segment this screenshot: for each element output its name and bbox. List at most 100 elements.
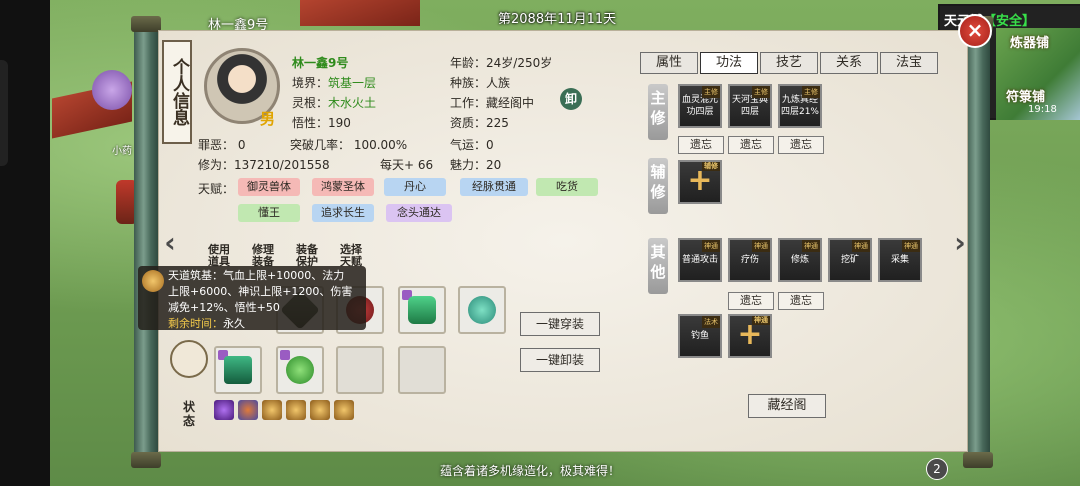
skill-name: 修炼	[790, 255, 809, 265]
special-ability-icon[interactable]	[170, 340, 208, 378]
equip-action-tab[interactable]: 使用道具	[204, 244, 234, 268]
forget-button[interactable]: 遗忘	[728, 136, 774, 154]
stat-value: 筑基一层	[328, 76, 377, 90]
forget-button[interactable]: 遗忘	[728, 292, 774, 310]
scroll-pole-left	[131, 16, 161, 468]
breakthrough-chance: 突破几率： 100.00%	[290, 138, 408, 152]
stat-label: 年龄：	[450, 56, 487, 70]
main-skill-slot[interactable]: 九炼真经四层21% 主修	[778, 84, 822, 128]
other-skill-slot[interactable]: 采集 神通	[878, 238, 922, 282]
equip-slot-boots[interactable]	[398, 286, 446, 334]
pole-cap	[963, 452, 993, 468]
stat-row: 资质：225	[450, 114, 509, 131]
status-coin-icon[interactable]	[286, 400, 306, 420]
equip-slot-orb[interactable]	[276, 346, 324, 394]
stat-row: 灵根：木水火土	[292, 94, 376, 111]
stat-label: 工作：	[450, 96, 487, 110]
scripture-pavilion-button[interactable]: 藏经阁	[748, 394, 826, 418]
status-crystal-icon[interactable]	[238, 400, 258, 420]
talent-tag[interactable]: 吃货	[536, 178, 598, 196]
equip-action-tab[interactable]: 选择天赋	[336, 244, 366, 268]
tab-1[interactable]: 功法	[700, 52, 758, 74]
stat-row: 种族：人族	[450, 74, 510, 91]
unequip-all-button[interactable]: 一键卸装	[520, 348, 600, 372]
equip-action-tab[interactable]: 装备保护	[292, 244, 322, 268]
buff-tooltip: 天道筑基：气血上限+10000、法力 上限+6000、神识上限+1200、伤害 …	[138, 266, 366, 330]
talent-tag[interactable]: 追求长生	[312, 204, 374, 222]
npc-label: 小药	[112, 146, 132, 157]
tab-0[interactable]: 属性	[640, 52, 698, 74]
remaining-value: 永久	[223, 317, 245, 330]
equip-action-tab[interactable]: 修理装备	[248, 244, 278, 268]
camera-notch	[0, 60, 8, 166]
stat-label: 资质：	[450, 116, 487, 130]
aux-skill-add-slot[interactable]: + 辅修	[678, 160, 722, 204]
talent-tag[interactable]: 丹心	[384, 178, 446, 196]
skill-tag: 法术	[702, 316, 720, 328]
whip-icon	[468, 296, 496, 324]
talent-tag[interactable]: 经脉贯通	[460, 178, 528, 196]
other-skill-slot[interactable]: 钓鱼 法术	[678, 314, 722, 358]
other-skill-slot[interactable]: 修炼 神通	[778, 238, 822, 282]
equip-slot-accessory[interactable]	[458, 286, 506, 334]
status-coin-icon[interactable]	[262, 400, 282, 420]
stat-row: 悟性：190	[292, 114, 351, 131]
stat-value: 24岁/250岁	[486, 56, 553, 70]
other-skill-slot[interactable]: 疗伤 神通	[728, 238, 772, 282]
status-purple-icon[interactable]	[214, 400, 234, 420]
skill-tag: 主修	[802, 86, 820, 98]
daily-gain: 每天+ 66	[380, 158, 434, 172]
screen-bezel	[0, 0, 50, 486]
tooltip-line-1: 天道筑基：气血上限+10000、法力	[168, 269, 345, 282]
npc-sprite[interactable]	[92, 70, 132, 110]
menu-badge[interactable]: 2	[926, 458, 948, 480]
stat-row: 魅力：20	[450, 156, 501, 173]
shop-label-talisman[interactable]: 符箓铺	[1006, 86, 1045, 105]
stat-row: 境界：筑基一层	[292, 74, 376, 91]
skill-name: 采集	[890, 255, 909, 265]
talent-tag[interactable]: 御灵兽体	[238, 178, 300, 196]
stat-label: 种族：	[450, 76, 487, 90]
other-skill-add-slot[interactable]: + 神通	[728, 314, 772, 358]
equip-slot-empty[interactable]	[398, 346, 446, 394]
talent-tag[interactable]: 懂王	[238, 204, 300, 222]
other-skill-slot[interactable]: 普通攻击 神通	[678, 238, 722, 282]
next-arrow-icon[interactable]: ›	[950, 226, 970, 260]
equip-slot-talisman[interactable]	[214, 346, 262, 394]
tab-2[interactable]: 技艺	[760, 52, 818, 74]
skill-tag: 神通	[852, 240, 870, 252]
talisman-icon	[224, 356, 252, 384]
status-coin-icon[interactable]	[334, 400, 354, 420]
stat-label: 悟性：	[292, 116, 329, 130]
forget-button[interactable]: 遗忘	[678, 136, 724, 154]
tooltip-remaining: 剩余时间：永久	[168, 316, 360, 332]
tab-4[interactable]: 法宝	[880, 52, 938, 74]
equip-slot-empty[interactable]	[336, 346, 384, 394]
talent-label: 天赋：	[198, 182, 235, 196]
remaining-label: 剩余时间：	[168, 317, 223, 330]
main-skill-slot[interactable]: 血灵混元功四层 主修	[678, 84, 722, 128]
skill-name: 疗伤	[740, 255, 759, 265]
game-date: 第2088年11月11天	[498, 12, 617, 27]
stat-label: 气运：	[450, 138, 487, 152]
forget-button[interactable]: 遗忘	[778, 292, 824, 310]
skill-name: 钓鱼	[690, 331, 709, 341]
tooltip-line-2: 上限+6000、神识上限+1200、伤害	[168, 285, 353, 298]
pole-cap	[131, 16, 161, 32]
shop-label-forge[interactable]: 炼器铺	[1010, 32, 1049, 51]
prev-arrow-icon[interactable]: ‹	[160, 226, 180, 260]
other-skill-slot[interactable]: 挖矿 神通	[828, 238, 872, 282]
roof-top	[300, 0, 420, 26]
tab-3[interactable]: 关系	[820, 52, 878, 74]
unequip-job-button[interactable]: 卸	[560, 88, 582, 110]
cultivation-progress: 修为：137210/201558	[198, 158, 330, 172]
main-skill-slot[interactable]: 天河宝典四层 主修	[728, 84, 772, 128]
close-button[interactable]: ×	[958, 14, 992, 48]
orb-icon	[286, 356, 314, 384]
status-coin-icon[interactable]	[310, 400, 330, 420]
skill-name: 普通攻击	[681, 255, 718, 265]
equip-all-button[interactable]: 一键穿装	[520, 312, 600, 336]
forget-button[interactable]: 遗忘	[778, 136, 824, 154]
talent-tag[interactable]: 念头通达	[386, 204, 452, 222]
talent-tag[interactable]: 鸿蒙圣体	[312, 178, 374, 196]
